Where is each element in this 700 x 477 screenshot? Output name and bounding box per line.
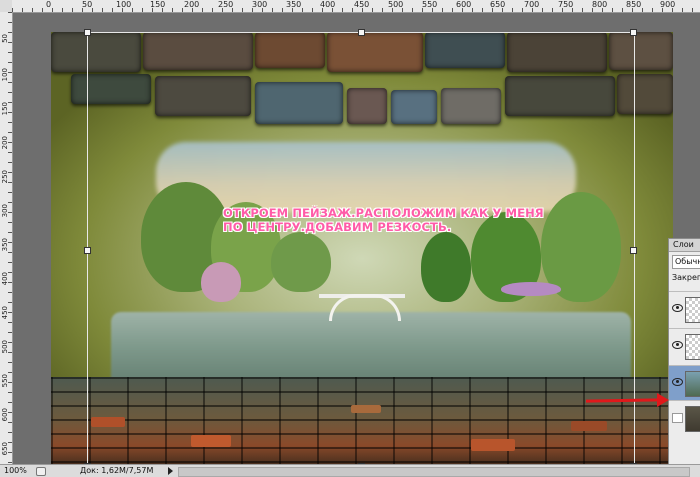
trees-image — [121, 172, 631, 312]
ruler-label: 100 — [116, 0, 132, 9]
zoom-level[interactable]: 100% — [4, 465, 27, 477]
ruler-label: 50 — [82, 0, 93, 9]
ruler-label: 750 — [558, 0, 574, 9]
ruler-label: 350 — [1, 238, 9, 252]
layers-panel-title[interactable]: Слои — [669, 239, 700, 252]
blend-mode-select[interactable]: Обычн — [672, 255, 700, 269]
layer-thumbnail — [685, 297, 700, 323]
eye-icon[interactable] — [672, 378, 683, 386]
ruler-label: 600 — [456, 0, 472, 9]
ruler-label: 650 — [1, 442, 9, 456]
document-canvas[interactable]: ОТКРОЕМ ПЕЙЗАЖ.РАСПОЛОЖИМ КАК У МЕНЯ ПО … — [51, 32, 673, 468]
ruler-label: 150 — [1, 102, 9, 116]
ruler-label: 0 — [46, 0, 52, 9]
ruler-label: 800 — [592, 0, 608, 9]
ruler-label: 450 — [1, 306, 9, 320]
ruler-label: 150 — [150, 0, 166, 9]
status-menu-arrow-icon[interactable] — [168, 467, 173, 475]
vertical-ruler[interactable]: 50 100 150 200 250 300 350 400 450 500 5… — [0, 12, 13, 464]
layer-row[interactable] — [669, 400, 700, 437]
ruler-label: 200 — [1, 136, 9, 150]
layer-thumbnail — [685, 406, 700, 432]
document-size-info: Док: 1,62M/7,57M — [80, 466, 154, 475]
ruler-label: 700 — [524, 0, 540, 9]
ruler-label: 900 — [660, 0, 676, 9]
ruler-label: 500 — [388, 0, 404, 9]
ruler-label: 350 — [286, 0, 302, 9]
layers-panel[interactable]: Слои Обычн Закреп — [668, 238, 700, 465]
document-workspace[interactable]: ОТКРОЕМ ПЕЙЗАЖ.РАСПОЛОЖИМ КАК У МЕНЯ ПО … — [13, 13, 700, 470]
ruler-label: 400 — [320, 0, 336, 9]
ruler-label: 550 — [1, 374, 9, 388]
ruler-label: 250 — [1, 170, 9, 184]
ruler-label: 450 — [354, 0, 370, 9]
ruler-label: 100 — [1, 68, 9, 82]
ruler-label: 600 — [1, 408, 9, 422]
ruler-label: 850 — [626, 0, 642, 9]
layer-row[interactable] — [669, 328, 700, 365]
ruler-label: 500 — [1, 340, 9, 354]
ruler-label: 50 — [1, 34, 9, 43]
visibility-toggle-empty[interactable] — [672, 413, 683, 423]
eye-icon[interactable] — [672, 304, 683, 312]
instruction-text-overlay: ОТКРОЕМ ПЕЙЗАЖ.РАСПОЛОЖИМ КАК У МЕНЯ ПО … — [223, 206, 544, 234]
layer-row[interactable] — [669, 291, 700, 328]
ruler-label: 400 — [1, 272, 9, 286]
red-arrow-head-icon — [657, 393, 669, 407]
status-bar: 100% Док: 1,62M/7,57M — [0, 464, 700, 477]
horizontal-ruler[interactable]: 0 50 100 150 200 250 300 350 400 450 500… — [12, 0, 700, 13]
ruler-label: 250 — [218, 0, 234, 9]
stone-wall-image — [51, 32, 673, 130]
layer-row-selected[interactable] — [669, 365, 700, 400]
status-info-icon[interactable] — [36, 467, 46, 476]
ruler-label: 300 — [252, 0, 268, 9]
ruler-label: 650 — [490, 0, 506, 9]
lock-label: Закреп — [672, 273, 700, 282]
tiled-floor-image — [51, 377, 673, 468]
layer-thumbnail — [685, 334, 700, 360]
eye-icon[interactable] — [672, 341, 683, 349]
ruler-label: 200 — [184, 0, 200, 9]
ruler-label: 550 — [422, 0, 438, 9]
layer-thumbnail — [685, 371, 700, 397]
ruler-label: 300 — [1, 204, 9, 218]
